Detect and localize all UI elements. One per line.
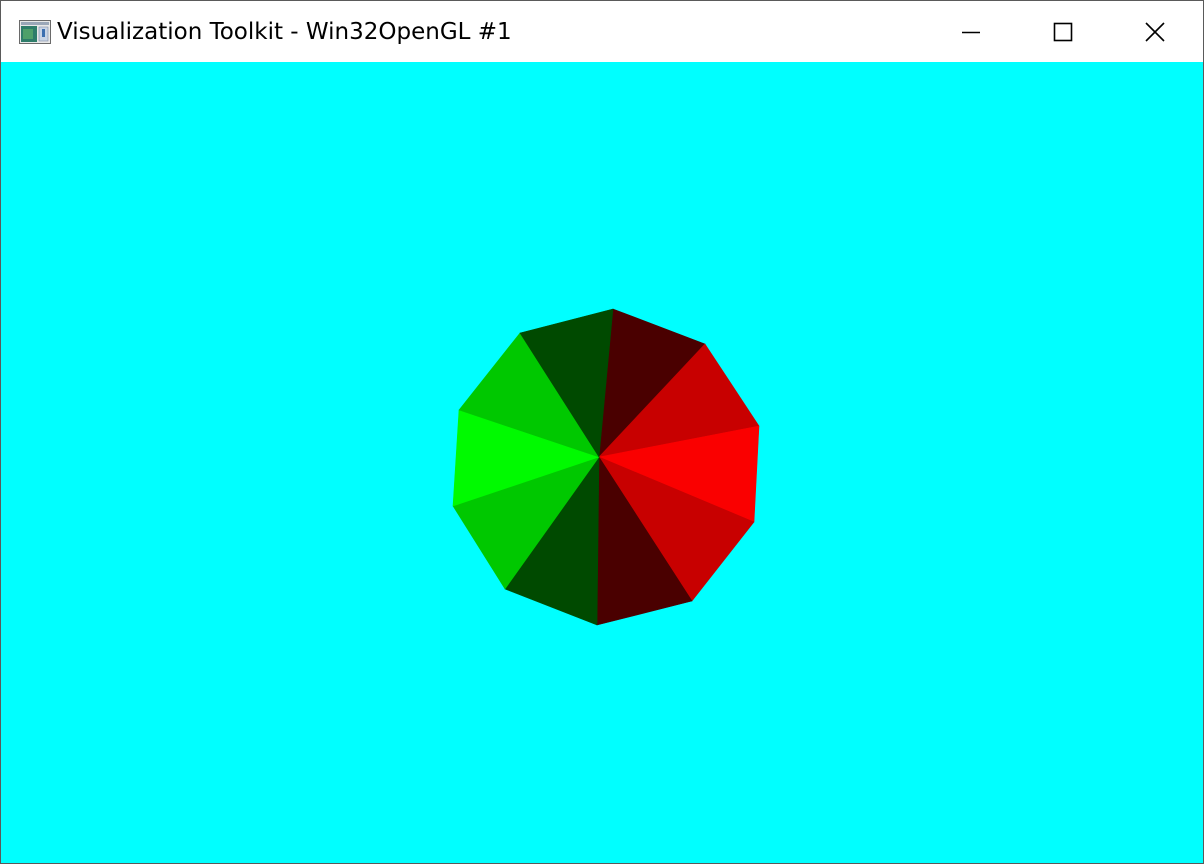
vtk-render-window: Visualization Toolkit - Win32OpenGL #1: [0, 0, 1204, 864]
title-bar[interactable]: Visualization Toolkit - Win32OpenGL #1: [1, 1, 1203, 62]
vtk-app-icon: [19, 20, 51, 44]
minimize-button[interactable]: [925, 1, 1017, 62]
render-viewport[interactable]: [1, 62, 1203, 863]
close-button[interactable]: [1109, 1, 1201, 62]
minimize-icon: [962, 31, 980, 33]
cone-render: [452, 308, 760, 626]
close-icon: [1145, 21, 1165, 42]
window-title: Visualization Toolkit - Win32OpenGL #1: [57, 19, 512, 45]
maximize-button[interactable]: [1017, 1, 1109, 62]
maximize-icon: [1053, 22, 1073, 41]
